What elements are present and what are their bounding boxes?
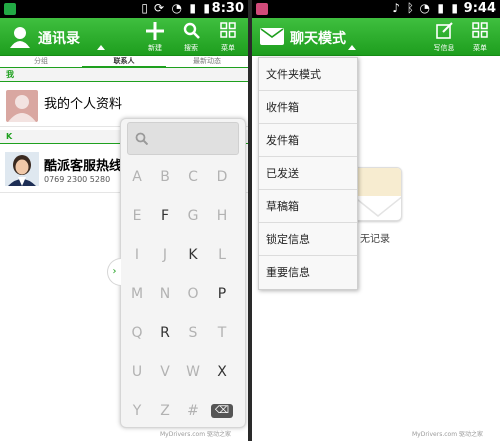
wifi-icon: ◔	[419, 1, 430, 15]
menu-item-folder-mode[interactable]: 文件夹模式	[259, 58, 357, 91]
index-key-i[interactable]: I	[122, 243, 152, 267]
new-contact-label: 新建	[148, 44, 162, 52]
index-key-k[interactable]: K	[178, 243, 208, 267]
index-key-y[interactable]: Y	[122, 399, 152, 423]
index-key-n[interactable]: N	[150, 282, 180, 306]
envelope-outline	[353, 195, 401, 217]
empty-state-label: 无记录	[360, 234, 390, 245]
index-key-e[interactable]: E	[122, 204, 152, 228]
avatar	[5, 152, 39, 186]
wifi-icon: ◔	[171, 1, 182, 15]
index-key-f[interactable]: F	[150, 204, 180, 228]
menu-item-important[interactable]: 重要信息	[259, 256, 357, 289]
alphabet-indexer-panel: A B C D E F G H I J K L M N O P Q R S T U V W X Y Z # ⌫	[120, 118, 246, 428]
app-notification-icon	[4, 3, 16, 15]
contact-phone: 0769 2300 5280	[44, 175, 111, 184]
compose-label: 写信息	[433, 44, 455, 52]
status-bar: ▯ ⟳ ◔ ▮ ▮ 8:30	[0, 0, 248, 18]
index-key-c[interactable]: C	[178, 165, 208, 189]
clock: 9:44	[463, 1, 496, 16]
index-key-q[interactable]: Q	[122, 321, 152, 345]
search-icon	[135, 132, 148, 145]
contact-person-icon	[10, 27, 30, 48]
battery-icon: ▮	[203, 1, 210, 15]
menu-item-outbox[interactable]: 发件箱	[259, 124, 357, 157]
indexer-collapse-handle[interactable]: ›	[107, 258, 121, 286]
signal-icon: ▮	[437, 1, 444, 15]
compose-message-button[interactable]: 写信息	[428, 18, 460, 56]
index-key-o[interactable]: O	[178, 282, 208, 306]
plus-icon	[146, 22, 164, 40]
agent-photo-icon	[8, 155, 36, 186]
sync-icon: ⟳	[153, 1, 164, 15]
index-key-x[interactable]: X	[207, 360, 237, 384]
bluetooth-icon: ᛒ	[406, 1, 414, 15]
title-dropdown-indicator[interactable]	[97, 45, 105, 50]
app-notification-icon	[256, 3, 268, 15]
action-bar: 聊天模式 写信息 菜单	[252, 18, 500, 56]
index-key-a[interactable]: A	[122, 165, 152, 189]
vibrate-icon: ▯	[141, 1, 148, 15]
search-icon	[183, 22, 200, 39]
menu-item-locked[interactable]: 锁定信息	[259, 223, 357, 256]
menu-item-sent[interactable]: 已发送	[259, 157, 357, 190]
clock: 8:30	[211, 1, 244, 16]
index-key-z[interactable]: Z	[150, 399, 180, 423]
music-icon: ♪	[392, 1, 400, 15]
index-key-v[interactable]: V	[150, 360, 180, 384]
mode-dropdown-menu: 文件夹模式 收件箱 发件箱 已发送 草稿箱 锁定信息 重要信息	[258, 57, 358, 290]
index-key-r[interactable]: R	[150, 321, 180, 345]
index-key-t[interactable]: T	[207, 321, 237, 345]
watermark: MyDrivers.com 驱动之家	[160, 431, 231, 438]
menu-item-drafts[interactable]: 草稿箱	[259, 190, 357, 223]
contact-name: 我的个人资料	[44, 97, 123, 112]
contact-name: 酷派客服热线	[44, 159, 123, 174]
avatar	[6, 90, 38, 122]
compose-icon	[436, 22, 453, 39]
search-button[interactable]: 搜索	[175, 18, 207, 56]
grid-menu-icon	[472, 22, 488, 38]
index-key-u[interactable]: U	[122, 360, 152, 384]
watermark: MyDrivers.com 驱动之家	[412, 431, 483, 438]
status-bar: ♪ ᛒ ◔ ▮ ▮ 9:44	[252, 0, 500, 18]
backspace-icon[interactable]: ⌫	[211, 404, 233, 418]
index-key-s[interactable]: S	[178, 321, 208, 345]
menu-label: 菜单	[221, 44, 235, 52]
action-bar: 通讯录 新建 搜索 菜单	[0, 18, 248, 56]
index-key-hash[interactable]: #	[178, 399, 208, 423]
index-key-b[interactable]: B	[150, 165, 180, 189]
menu-label: 菜单	[473, 44, 487, 52]
empty-state-envelope-icon	[352, 167, 402, 221]
section-header-me: 我	[0, 68, 248, 82]
indexer-search-field[interactable]	[127, 122, 239, 155]
index-key-w[interactable]: W	[178, 360, 208, 384]
index-key-h[interactable]: H	[207, 204, 237, 228]
message-envelope-icon	[260, 28, 284, 45]
index-key-m[interactable]: M	[122, 282, 152, 306]
signal-icon: ▮	[189, 1, 196, 15]
contacts-screen: ▯ ⟳ ◔ ▮ ▮ 8:30 通讯录 新建 搜索 菜单 分组 联系人 最新动态 …	[0, 0, 248, 441]
index-key-g[interactable]: G	[178, 204, 208, 228]
menu-button[interactable]: 菜单	[212, 18, 244, 56]
index-key-j[interactable]: J	[150, 243, 180, 267]
index-key-d[interactable]: D	[207, 165, 237, 189]
index-key-l[interactable]: L	[207, 243, 237, 267]
index-key-p[interactable]: P	[207, 282, 237, 306]
search-label: 搜索	[184, 44, 198, 52]
page-title: 通讯录	[38, 31, 80, 47]
page-title: 聊天模式	[290, 31, 346, 47]
menu-button[interactable]: 菜单	[464, 18, 496, 56]
battery-icon: ▮	[451, 1, 458, 15]
title-dropdown-indicator[interactable]	[348, 45, 356, 50]
menu-item-inbox[interactable]: 收件箱	[259, 91, 357, 124]
new-contact-button[interactable]: 新建	[139, 18, 171, 56]
messages-screen: ♪ ᛒ ◔ ▮ ▮ 9:44 聊天模式 写信息 菜单 无记录 文件夹模式 收件箱…	[252, 0, 500, 441]
default-avatar-icon	[8, 95, 36, 122]
grid-menu-icon	[220, 22, 236, 38]
